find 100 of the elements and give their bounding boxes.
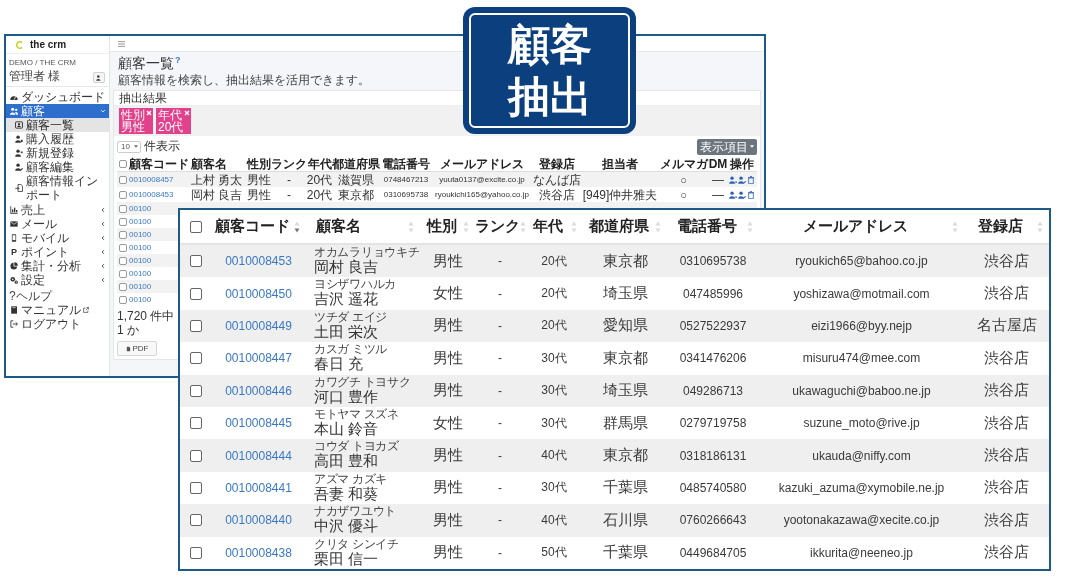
column-header[interactable]: 操作 [730, 156, 754, 171]
nav-item[interactable]: 顧客一覧 [6, 118, 109, 132]
column-header[interactable]: 顧客コード [129, 156, 189, 171]
row-checkbox[interactable] [119, 244, 127, 252]
customer-code-link[interactable]: 0010008453 [129, 187, 174, 202]
customer-code-link[interactable]: 00100 [129, 267, 152, 281]
nav-item[interactable]: ログアウト [6, 317, 109, 331]
column-header[interactable]: 性別 [246, 156, 271, 171]
table-cell: 40代 [541, 511, 567, 529]
book-icon [10, 306, 18, 314]
table-cell: 男性 [432, 543, 463, 563]
table-cell: - [498, 254, 502, 269]
column-header[interactable]: 登録店 [964, 217, 1037, 236]
column-header[interactable]: 顧客名 [306, 217, 408, 236]
close-icon[interactable] [184, 110, 191, 116]
row-checkbox[interactable] [190, 481, 202, 494]
column-header[interactable]: 都道府県 [332, 156, 380, 171]
column-header[interactable]: 年代 [525, 217, 571, 236]
column-header[interactable]: 年代 [307, 156, 332, 171]
close-icon[interactable] [146, 110, 152, 116]
row-checkbox[interactable] [119, 218, 127, 226]
customer-code-link[interactable]: 00100 [129, 215, 152, 229]
pdf-button[interactable]: PDF [117, 341, 157, 356]
row-checkbox[interactable] [119, 257, 127, 265]
customer-code-link[interactable]: 0010008447 [225, 351, 292, 366]
row-checkbox[interactable] [119, 296, 127, 304]
column-header[interactable]: ランク [475, 217, 520, 236]
row-checkbox[interactable] [190, 384, 202, 397]
sort-icon[interactable] [294, 220, 300, 233]
select-all-checkbox[interactable] [119, 159, 127, 168]
column-header[interactable]: ランク [271, 156, 307, 171]
column-header[interactable]: メールアドレス [759, 217, 952, 236]
customer-code-link[interactable]: 0010008445 [225, 416, 292, 431]
row-checkbox[interactable] [190, 287, 202, 300]
page-size-select[interactable]: 10 [117, 140, 141, 153]
customer-code-link[interactable]: 0010008438 [225, 545, 292, 560]
column-header[interactable]: メールアドレス [440, 156, 524, 171]
row-checkbox[interactable] [119, 231, 127, 239]
row-checkbox[interactable] [119, 175, 127, 184]
select-all-checkbox[interactable] [190, 220, 202, 233]
nav-item[interactable]: ダッシュボード [6, 90, 109, 104]
nav-item[interactable]: 顧客情報インポート [6, 174, 109, 202]
customer-code-link[interactable]: 0010008446 [225, 383, 292, 398]
customer-code-link[interactable]: 0010008440 [225, 513, 292, 528]
table-cell: 30代 [541, 414, 567, 432]
nav-item[interactable]: モバイル [6, 231, 109, 245]
column-header[interactable]: メルマガ [659, 156, 708, 171]
row-checkbox[interactable] [119, 205, 127, 213]
nav-item[interactable]: 購入履歴 [6, 132, 109, 146]
row-checkbox[interactable] [190, 514, 202, 527]
column-header[interactable]: 登録店 [538, 156, 575, 171]
table-cell: 0310695738 [679, 254, 747, 269]
row-checkbox[interactable] [190, 352, 202, 365]
customer-code-link[interactable]: 00100 [129, 202, 152, 216]
row-checkbox[interactable] [119, 270, 127, 278]
column-header[interactable]: 都道府県 [583, 217, 655, 236]
nav-item[interactable]: 売上 [6, 203, 109, 217]
customer-code-link[interactable]: 00100 [129, 293, 152, 307]
column-header[interactable]: 性別 [420, 217, 463, 236]
column-header[interactable]: 顧客名 [191, 156, 227, 171]
customer-code-link[interactable]: 00100 [129, 241, 152, 255]
name-reading: モトヤマ スズネ [314, 407, 399, 420]
nav-item[interactable]: 顧客編集 [6, 160, 109, 174]
customer-code-link[interactable]: 0010008453 [225, 254, 292, 269]
customer-code-link[interactable]: 00100 [129, 280, 152, 294]
customer-code-link[interactable]: 0010008441 [225, 480, 292, 495]
customer-code-link[interactable]: 00100 [129, 228, 152, 242]
column-header[interactable]: DM [708, 156, 728, 171]
column-header[interactable]: 電話番号 [667, 217, 747, 236]
help-link[interactable]: ? [175, 55, 181, 65]
column-header[interactable]: 担当者 [602, 156, 638, 171]
nav-item[interactable]: マニュアル [6, 303, 109, 317]
table-cell-text: ryoukichi165@yahoo.co.jp [435, 188, 529, 201]
menu-icon[interactable] [118, 40, 125, 47]
row-checkbox[interactable] [119, 190, 127, 199]
customer-code-link[interactable]: 0010008457 [129, 172, 174, 187]
customer-code-link[interactable]: 0010008450 [225, 286, 292, 301]
nav-item[interactable]: 新規登録 [6, 146, 109, 160]
customer-code-link[interactable]: 00100 [129, 254, 152, 268]
row-checkbox[interactable] [190, 417, 202, 430]
trash-icon [747, 175, 755, 184]
customer-code-link[interactable]: 0010008449 [225, 318, 292, 333]
table-cell: 渋谷店 [984, 251, 1029, 271]
file-icon [125, 345, 131, 352]
column-header[interactable]: 電話番号 [382, 156, 430, 171]
user-menu-button[interactable] [93, 72, 105, 83]
customer-code-link[interactable]: 0010008444 [225, 448, 292, 463]
table-cell: 男性 [246, 187, 271, 202]
nav-item[interactable]: P ポイント [6, 245, 109, 259]
columns-button[interactable]: 表示項目 [697, 138, 757, 155]
nav-item[interactable]: メール [6, 217, 109, 231]
row-checkbox[interactable] [190, 449, 202, 462]
row-checkbox[interactable] [190, 319, 202, 332]
nav-item[interactable]: 集計・分析 [6, 259, 109, 273]
row-checkbox[interactable] [119, 283, 127, 291]
row-checkbox[interactable] [190, 255, 202, 268]
nav-item[interactable]: 顧客 [6, 104, 109, 118]
row-checkbox[interactable] [190, 546, 202, 559]
nav-item[interactable]: 設定 [6, 273, 109, 287]
column-header[interactable]: 顧客コード [211, 217, 294, 236]
